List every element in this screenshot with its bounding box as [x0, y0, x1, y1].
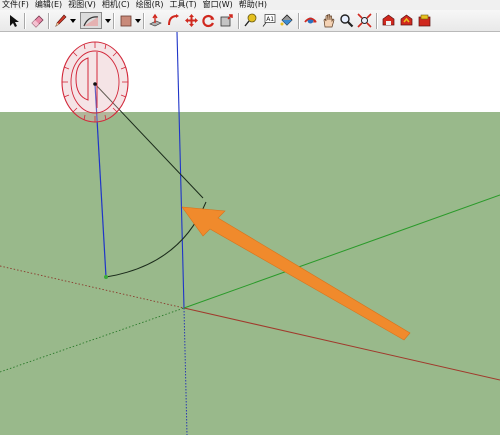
zoom-tool-icon[interactable] [338, 12, 355, 29]
follow-me-tool-icon[interactable] [165, 12, 182, 29]
extension-warehouse-icon[interactable] [416, 12, 433, 29]
menu-edit[interactable]: 编辑(E) [33, 0, 66, 10]
eraser-tool-icon[interactable] [29, 12, 46, 29]
orbit-tool-icon[interactable] [302, 12, 319, 29]
share-model-icon[interactable] [398, 12, 415, 29]
menu-camera[interactable]: 相机(C) [100, 0, 134, 10]
arc-tools-dropdown[interactable] [103, 12, 112, 29]
paint-bucket-tool-icon[interactable] [278, 12, 295, 29]
line-tools-dropdown[interactable] [68, 12, 77, 29]
menu-draw[interactable]: 绘图(R) [134, 0, 168, 10]
rectangle-tool-icon[interactable] [117, 12, 134, 29]
menu-view[interactable]: 视图(V) [66, 0, 100, 10]
pencil-line-tool-icon[interactable] [52, 12, 69, 29]
modeling-viewport[interactable] [0, 32, 500, 435]
scene-canvas[interactable] [0, 32, 500, 435]
zoom-extents-tool-icon[interactable] [356, 12, 373, 29]
arc-start-point [104, 275, 108, 279]
svg-text:A1: A1 [266, 16, 274, 23]
menu-tools[interactable]: 工具(T) [168, 0, 201, 10]
arc-tool-icon[interactable] [80, 12, 102, 29]
scale-tool-icon[interactable] [218, 12, 235, 29]
menu-file[interactable]: 文件(F) [0, 0, 33, 10]
push-pull-tool-icon[interactable] [147, 12, 164, 29]
select-tool-icon[interactable] [5, 12, 22, 29]
move-tool-icon[interactable] [183, 12, 200, 29]
shape-tools-dropdown[interactable] [133, 12, 142, 29]
tape-measure-tool-icon[interactable] [242, 12, 259, 29]
pan-tool-icon[interactable] [320, 12, 337, 29]
menu-window[interactable]: 窗口(W) [201, 0, 237, 10]
toolbar: A1 [0, 10, 500, 32]
protractor-cursor-icon [61, 41, 129, 123]
menu-bar: 文件(F) 编辑(E) 视图(V) 相机(C) 绘图(R) 工具(T) 窗口(W… [0, 0, 500, 10]
text-tool-icon[interactable]: A1 [260, 12, 277, 29]
rotate-tool-icon[interactable] [200, 12, 217, 29]
ground [0, 112, 500, 435]
warehouse-icon[interactable] [380, 12, 397, 29]
menu-help[interactable]: 帮助(H) [237, 0, 271, 10]
